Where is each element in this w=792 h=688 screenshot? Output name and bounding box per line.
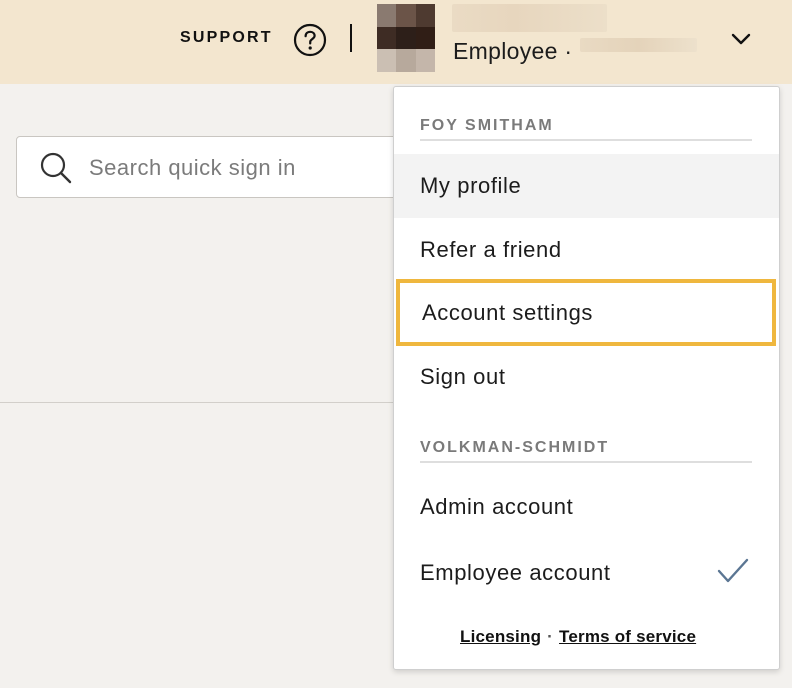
checkmark-icon: [717, 558, 749, 583]
menu-item-label: Employee account: [420, 560, 611, 585]
menu-item-employee-account[interactable]: Employee account: [394, 541, 779, 605]
content-divider: [0, 402, 400, 403]
search-icon: [40, 152, 72, 184]
user-section-title: FOY SMITHAM: [420, 117, 752, 141]
support-link[interactable]: SUPPORT: [180, 29, 273, 47]
footer-separator: ·: [547, 627, 554, 646]
menu-item-account-settings[interactable]: Account settings: [396, 279, 776, 346]
terms-of-service-link[interactable]: Terms of service: [559, 627, 696, 646]
avatar[interactable]: [377, 4, 435, 72]
company-name-redacted: [580, 38, 697, 52]
user-name-redacted: [452, 4, 607, 32]
menu-item-my-profile[interactable]: My profile: [394, 154, 779, 218]
header-divider: [350, 24, 352, 52]
search-box[interactable]: [16, 136, 416, 198]
account-dropdown-menu: FOY SMITHAM My profile Refer a friend Ac…: [393, 86, 780, 670]
top-bar: SUPPORT Employee ·: [0, 0, 792, 84]
menu-item-label: Sign out: [420, 364, 506, 389]
menu-item-label: Refer a friend: [420, 237, 562, 262]
question-circle-icon[interactable]: [293, 23, 327, 57]
menu-item-label: Account settings: [422, 299, 594, 325]
menu-item-label: My profile: [420, 173, 522, 198]
menu-item-label: Admin account: [420, 494, 574, 519]
org-section-title: VOLKMAN-SCHMIDT: [420, 439, 752, 463]
menu-item-sign-out[interactable]: Sign out: [394, 345, 779, 409]
chevron-down-icon[interactable]: [730, 30, 752, 48]
menu-item-refer-a-friend[interactable]: Refer a friend: [394, 218, 779, 282]
footer-links: Licensing · Terms of service: [460, 627, 696, 647]
role-label: Employee ·: [453, 38, 573, 64]
menu-item-admin-account[interactable]: Admin account: [394, 475, 779, 539]
licensing-link[interactable]: Licensing: [460, 627, 541, 646]
search-input[interactable]: [87, 149, 411, 187]
